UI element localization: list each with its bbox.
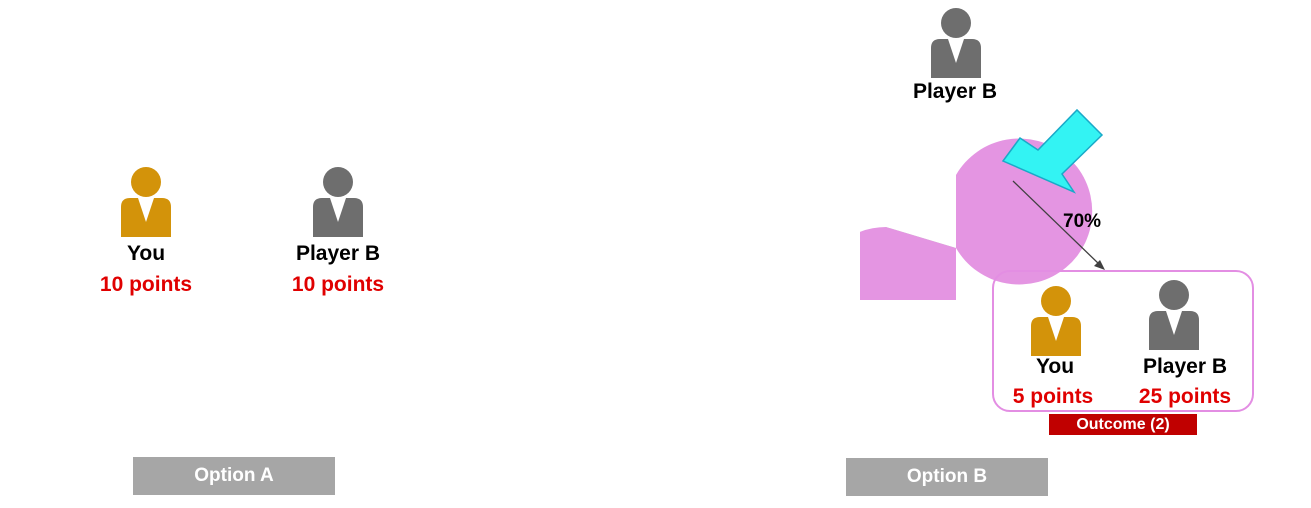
probability-label: 70%	[1063, 211, 1102, 232]
option-b-button[interactable]: Option B	[846, 458, 1048, 496]
outcome-player-b-name-label: Player B	[1142, 355, 1228, 378]
you-person-icon	[121, 167, 171, 237]
outcome-you-person-icon	[1031, 286, 1081, 356]
outcome-player-b-person-icon	[1149, 280, 1199, 350]
pie-main-slice	[860, 227, 956, 300]
you-name-label: You	[126, 242, 166, 265]
option-a-button[interactable]: Option A	[133, 457, 335, 495]
outcome-you-name-label: You	[1035, 355, 1075, 378]
outcome-player-b-points-label: 25 points	[1138, 385, 1232, 408]
player-b-points-label: 10 points	[291, 273, 385, 296]
player-b-person-icon	[313, 167, 363, 237]
player-b-name-label: Player B	[295, 242, 381, 265]
outcome-you-points-label: 5 points	[1012, 385, 1094, 408]
outcome-tag: Outcome (2)	[1049, 414, 1197, 435]
player-b-top-person-icon	[931, 8, 981, 78]
you-points-label: 10 points	[99, 273, 193, 296]
